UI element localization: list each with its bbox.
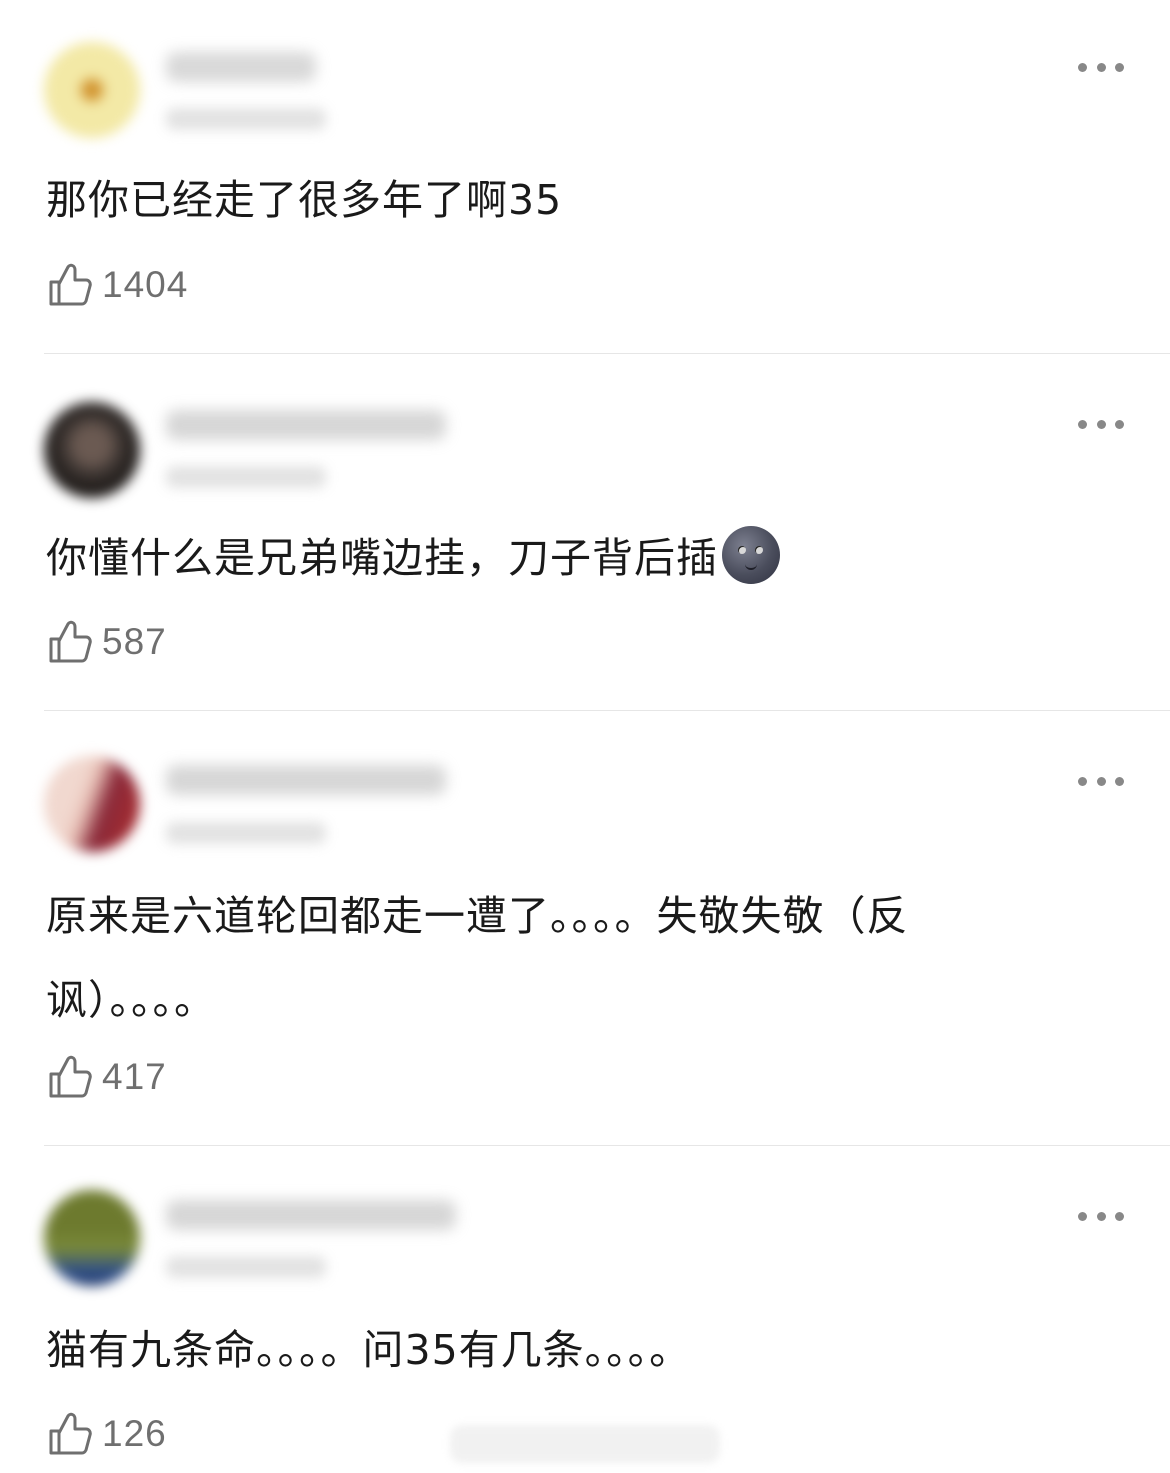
like-count: 1404 <box>102 264 189 305</box>
username[interactable] <box>166 410 446 440</box>
like-count: 417 <box>102 1056 167 1097</box>
like-button[interactable]: 126 <box>48 1411 167 1457</box>
divider <box>44 353 1170 354</box>
thumbs-up-icon <box>49 620 92 663</box>
more-options-button[interactable] <box>1078 418 1124 430</box>
comment-text: 原来是六道轮回都走一遭了。。。。失敬失敬（反讽）。。。。 <box>46 892 909 1024</box>
avatar[interactable] <box>44 1190 140 1286</box>
more-dots-icon <box>1078 776 1087 786</box>
like-button[interactable]: 417 <box>48 1054 167 1100</box>
username[interactable] <box>166 765 446 795</box>
divider <box>44 1145 1170 1146</box>
more-options-button[interactable] <box>1078 1210 1124 1222</box>
like-count: 587 <box>102 621 167 662</box>
more-options-button[interactable] <box>1078 61 1124 73</box>
comment-meta <box>166 466 326 488</box>
username[interactable] <box>166 1200 456 1230</box>
more-dots-icon <box>1078 62 1087 72</box>
avatar[interactable] <box>44 402 140 498</box>
comment-meta <box>166 108 326 130</box>
new-moon-face-icon <box>722 526 780 584</box>
comment-text: 你懂什么是兄弟嘴边挂，刀子背后插 <box>46 516 1106 600</box>
like-button[interactable]: 1404 <box>48 262 188 308</box>
thumbs-up-icon <box>49 1412 92 1455</box>
more-dots-icon <box>1078 419 1087 429</box>
thumbs-up-icon <box>49 263 92 306</box>
more-dots-icon <box>1078 1211 1087 1221</box>
comment-text: 猫有九条命。。。。问35有几条。。。。 <box>46 1326 692 1374</box>
comment-meta <box>166 822 326 844</box>
more-options-button[interactable] <box>1078 775 1124 787</box>
comment-meta <box>166 1256 326 1278</box>
like-count: 126 <box>102 1413 167 1454</box>
avatar[interactable] <box>44 42 140 138</box>
thumbs-up-icon <box>49 1055 92 1098</box>
avatar[interactable] <box>44 756 140 852</box>
divider <box>44 710 1170 711</box>
comment-text: 那你已经走了很多年了啊35 <box>46 176 563 224</box>
watermark <box>450 1425 720 1463</box>
username[interactable] <box>166 52 316 82</box>
like-button[interactable]: 587 <box>48 619 167 665</box>
comment-text-content: 你懂什么是兄弟嘴边挂，刀子背后插 <box>46 534 718 582</box>
